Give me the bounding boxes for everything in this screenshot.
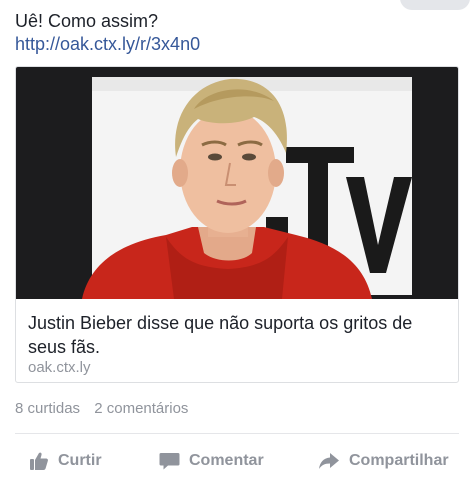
share-label: Compartilhar: [349, 452, 449, 469]
top-pill-button[interactable]: [400, 0, 470, 10]
share-arrow-icon: [319, 453, 339, 469]
engagement-counts: 8 curtidas 2 comentários: [15, 400, 198, 417]
comments-count[interactable]: 2 comentários: [94, 400, 188, 417]
link-preview-title[interactable]: Justin Bieber disse que não suporta os g…: [28, 311, 448, 359]
comment-button[interactable]: Comentar: [159, 444, 264, 478]
link-preview-card[interactable]: Justin Bieber disse que não suporta os g…: [15, 66, 459, 383]
like-label: Curtir: [58, 452, 102, 469]
comment-label: Comentar: [189, 452, 264, 469]
likes-count[interactable]: 8 curtidas: [15, 400, 80, 417]
divider: [15, 433, 459, 434]
thumbs-up-icon: [30, 452, 48, 470]
speech-bubble-icon: [159, 453, 180, 470]
share-button[interactable]: Compartilhar: [318, 444, 449, 478]
post-link[interactable]: http://oak.ctx.ly/r/3x4n0: [15, 33, 200, 56]
action-bar: Curtir Comentar Compartilhar: [0, 444, 474, 478]
link-preview-domain: oak.ctx.ly: [28, 359, 91, 376]
link-preview-image[interactable]: [16, 67, 458, 299]
post-text: Uê! Como assim?: [15, 11, 159, 31]
like-button[interactable]: Curtir: [29, 444, 102, 478]
